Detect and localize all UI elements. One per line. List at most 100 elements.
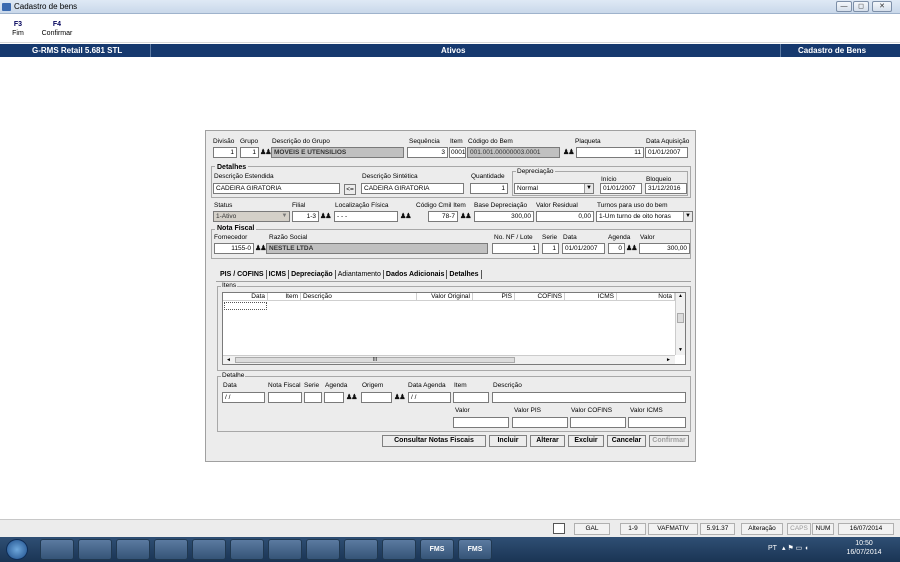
itens-grid[interactable]: Data Item Descrição Valor Original PIS C… — [222, 292, 686, 365]
nf-valor-field[interactable]: 300,00 — [639, 243, 690, 254]
taskbar-lync-icon[interactable] — [192, 539, 226, 560]
detalhe-data-field[interactable]: / / — [222, 392, 265, 403]
detalhe-descricao-field[interactable] — [492, 392, 686, 403]
taskbar-app-icon[interactable] — [306, 539, 340, 560]
valor-residual-field[interactable]: 0,00 — [536, 211, 594, 222]
detalhe-valor-cofins-field[interactable] — [570, 417, 626, 428]
fornecedor-search-icon[interactable]: ♟♟ — [255, 244, 267, 253]
col-data[interactable]: Data — [223, 293, 268, 301]
taskbar-explorer-icon[interactable] — [78, 539, 112, 560]
clock-time[interactable]: 10:50 — [846, 540, 882, 547]
serie-field[interactable]: 1 — [542, 243, 559, 254]
localizacao-search-icon[interactable]: ♟♟ — [400, 212, 412, 221]
plaqueta-field[interactable]: 11 — [576, 147, 644, 158]
taskbar-app-icon[interactable] — [230, 539, 264, 560]
col-icms[interactable]: ICMS — [565, 293, 617, 301]
col-item[interactable]: Item — [268, 293, 301, 301]
taskbar-app-icon[interactable] — [344, 539, 378, 560]
minimize-button[interactable]: — — [836, 1, 852, 12]
col-cofins[interactable]: COFINS — [515, 293, 565, 301]
desc-sintetica-field[interactable]: CADEIRA GIRATORIA — [361, 183, 464, 194]
horizontal-scrollbar[interactable]: ◄ III ► — [223, 355, 675, 364]
start-button-icon[interactable] — [6, 539, 28, 560]
tray-icons[interactable]: ▴ ⚑ ▭ ◖ — [782, 544, 808, 552]
detalhe-serie-field[interactable] — [304, 392, 322, 403]
tab-pis-cofins[interactable]: PIS / COFINS — [218, 270, 267, 279]
codigo-cmil-search-icon[interactable]: ♟♟ — [460, 212, 472, 221]
taskbar-media-icon[interactable] — [116, 539, 150, 560]
nf-lote-field[interactable]: 1 — [492, 243, 539, 254]
scroll-left-icon[interactable]: ◄ — [226, 357, 231, 363]
item-field[interactable]: 0001 — [449, 147, 466, 158]
detalhe-valor-field[interactable] — [453, 417, 509, 428]
status-chevron-icon[interactable]: ▼ — [280, 212, 289, 221]
chevron-down-icon[interactable]: ▼ — [584, 184, 593, 193]
taskbar-word-icon[interactable] — [268, 539, 302, 560]
consultar-notas-button[interactable]: Consultar Notas Fiscais — [382, 435, 486, 447]
f3-exit-button[interactable]: F3 Fim — [6, 20, 30, 38]
alterar-button[interactable]: Alterar — [530, 435, 565, 447]
scroll-up-icon[interactable]: ▲ — [678, 293, 683, 299]
turnos-select[interactable]: 1-Um turno de oito horas — [596, 211, 693, 222]
taskbar-fms-1-icon[interactable]: FMS — [420, 539, 454, 560]
filial-field[interactable]: 1-3 — [292, 211, 319, 222]
taskbar-fms-2-icon[interactable]: FMS — [458, 539, 492, 560]
copy-description-button[interactable]: <= — [344, 184, 356, 195]
turnos-chevron-icon[interactable]: ▼ — [683, 212, 692, 221]
clock-date[interactable]: 16/07/2014 — [842, 549, 886, 556]
tab-depreciacao[interactable]: Depreciação — [289, 270, 336, 279]
quantidade-field[interactable]: 1 — [470, 183, 508, 194]
scroll-down-icon[interactable]: ▼ — [678, 347, 683, 353]
localizacao-field[interactable]: - - - — [334, 211, 398, 222]
grupo-search-icon[interactable]: ♟♟ — [260, 148, 272, 157]
col-pis[interactable]: PIS — [473, 293, 515, 301]
detalhe-valor-icms-field[interactable] — [628, 417, 686, 428]
grupo-field[interactable]: 1 — [240, 147, 259, 158]
fornecedor-field[interactable]: 1155-0 — [214, 243, 254, 254]
hscroll-thumb[interactable]: III — [235, 357, 515, 363]
col-valor-original[interactable]: Valor Original — [417, 293, 473, 301]
maximize-button[interactable]: ◻ — [853, 1, 869, 12]
inicio-field[interactable]: 01/01/2007 — [600, 183, 642, 194]
agenda-field[interactable]: 0 — [608, 243, 625, 254]
tab-detalhes[interactable]: Detalhes — [447, 270, 482, 279]
language-indicator[interactable]: PT — [768, 545, 777, 552]
nf-data-field[interactable]: 01/01/2007 — [562, 243, 605, 254]
sequencia-field[interactable]: 3 — [407, 147, 448, 158]
f4-confirm-button[interactable]: F4 Confirmar — [38, 20, 76, 38]
detalhe-origem-search-icon[interactable]: ♟♟ — [394, 393, 406, 402]
detalhe-nota-field[interactable] — [268, 392, 302, 403]
filial-search-icon[interactable]: ♟♟ — [320, 212, 332, 221]
status-select[interactable]: 1-Ativo — [213, 211, 290, 222]
tab-icms[interactable]: ICMS — [267, 270, 290, 279]
focused-cell[interactable] — [224, 302, 267, 310]
taskbar-outlook-icon[interactable] — [154, 539, 188, 560]
agenda-search-icon[interactable]: ♟♟ — [626, 244, 638, 253]
scroll-right-icon[interactable]: ► — [666, 357, 671, 363]
divisao-field[interactable]: 1 — [213, 147, 237, 158]
detalhe-origem-field[interactable] — [361, 392, 392, 403]
excluir-button[interactable]: Excluir — [568, 435, 604, 447]
taskbar-ie-icon[interactable] — [40, 539, 74, 560]
incluir-button[interactable]: Incluir — [489, 435, 527, 447]
col-descricao[interactable]: Descrição — [301, 293, 417, 301]
tab-adiantamento[interactable]: Adiantamento — [336, 270, 384, 279]
codigo-search-icon[interactable]: ♟♟ — [563, 148, 575, 157]
detalhe-agenda-field[interactable] — [324, 392, 344, 403]
detalhe-data-agenda-field[interactable]: / / — [408, 392, 451, 403]
taskbar-app-icon[interactable] — [382, 539, 416, 560]
desc-estendida-field[interactable]: CADEIRA GIRATORIA — [213, 183, 340, 194]
confirmar-button[interactable]: Confirmar — [649, 435, 689, 447]
bloqueio-field[interactable]: 31/12/2016 — [645, 183, 687, 194]
cancelar-button[interactable]: Cancelar — [607, 435, 646, 447]
col-nota[interactable]: Nota — [617, 293, 675, 301]
detalhe-valor-pis-field[interactable] — [512, 417, 568, 428]
detalhe-item-field[interactable] — [453, 392, 489, 403]
codigo-cmil-field[interactable]: 78-7 — [428, 211, 458, 222]
vertical-scrollbar[interactable]: ▲ ▼ — [675, 293, 685, 355]
base-depreciacao-field[interactable]: 300,00 — [474, 211, 534, 222]
data-aquisicao-field[interactable]: 01/01/2007 — [645, 147, 688, 158]
detalhe-agenda-search-icon[interactable]: ♟♟ — [346, 393, 358, 402]
vscroll-thumb[interactable] — [677, 313, 684, 323]
close-button[interactable]: ✕ — [872, 1, 892, 12]
